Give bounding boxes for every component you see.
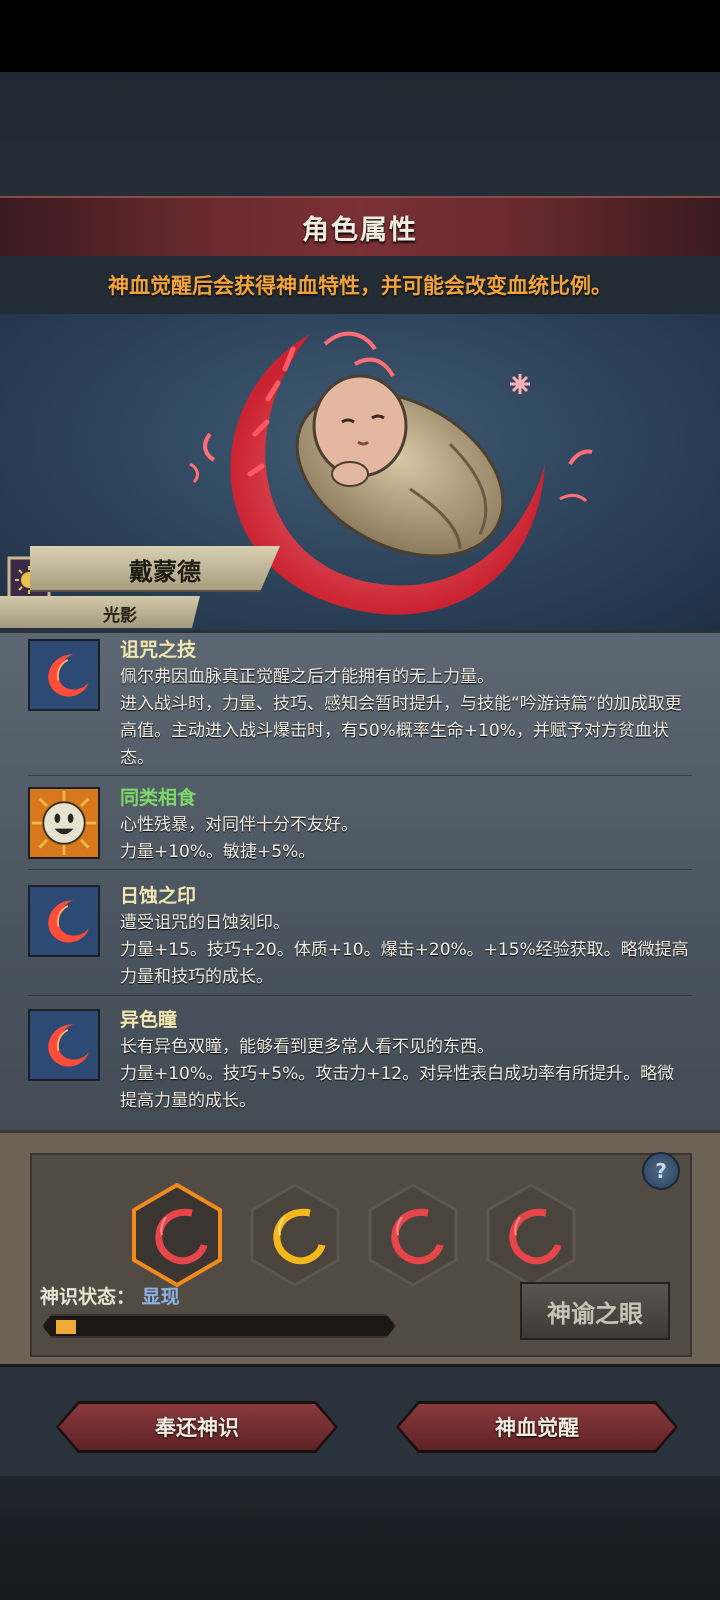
divider xyxy=(28,869,692,870)
trait-name: 日蚀之印 xyxy=(120,885,197,907)
page-title: 角色属性 xyxy=(302,214,418,246)
red-crescent-icon xyxy=(28,885,100,957)
trait-description: 心性残暴，对同伴十分不友好。 力量+10%。敏捷+5%。 xyxy=(120,815,358,862)
return-divine-sense-label: 奉还神识 xyxy=(155,1416,239,1440)
status-bar xyxy=(0,0,720,72)
divider xyxy=(28,775,692,776)
divine-progress-bar xyxy=(42,1314,396,1338)
title-bar: 角色属性 xyxy=(0,196,720,258)
divider xyxy=(28,995,692,996)
divine-slot-1[interactable] xyxy=(130,1183,224,1287)
notice-text: 神血觉醒后会获得神血特性，并可能会改变血统比例。 xyxy=(108,274,612,298)
trait-name: 诅咒之技 xyxy=(120,639,197,661)
character-name: 戴蒙德 xyxy=(129,558,201,586)
question-icon: ? xyxy=(655,1159,667,1183)
divine-status: 神识状态： 显现 xyxy=(40,1282,180,1309)
divine-blood-awaken-label: 神血觉醒 xyxy=(495,1416,579,1440)
character-class-banner: 光影 xyxy=(0,596,200,628)
divine-slot-3[interactable] xyxy=(366,1183,460,1287)
character-class: 光影 xyxy=(103,606,137,626)
help-button[interactable]: ? xyxy=(642,1152,680,1190)
red-crescent-icon xyxy=(28,639,100,711)
trait-name: 同类相食 xyxy=(120,787,197,809)
divine-slot-2[interactable] xyxy=(248,1183,342,1287)
divine-blood-awaken-button[interactable]: 神血觉醒 xyxy=(396,1401,678,1453)
trait-description: 遭受诅咒的日蚀刻印。 力量+15。技巧+20。体质+10。爆击+20%。+15%… xyxy=(120,913,689,987)
name-banner: 戴蒙德 xyxy=(0,546,285,594)
oracle-eye-button[interactable]: 神谕之眼 xyxy=(520,1282,670,1340)
background-area xyxy=(0,72,720,196)
notice-bar: 神血觉醒后会获得神血特性，并可能会改变血统比例。 xyxy=(0,256,720,314)
oracle-eye-label: 神谕之眼 xyxy=(547,1299,643,1328)
divine-status-label: 神识状态： xyxy=(40,1286,136,1308)
return-divine-sense-button[interactable]: 奉还神识 xyxy=(56,1401,338,1453)
divine-status-value: 显现 xyxy=(141,1286,180,1308)
divine-slot-4[interactable] xyxy=(484,1183,578,1287)
trait-description: 长有异色双瞳，能够看到更多常人看不见的东西。 力量+10%。技巧+5%。攻击力+… xyxy=(120,1037,675,1111)
red-crescent-icon xyxy=(28,1009,100,1081)
progress-fill xyxy=(56,1320,76,1334)
traits-panel: 诅咒之技 佩尔弗因血脉真正觉醒之后才能拥有的无上力量。 进入战斗时，力量、技巧、… xyxy=(0,630,720,1133)
trait-name: 异色瞳 xyxy=(120,1009,178,1031)
trait-description: 佩尔弗因血脉真正觉醒之后才能拥有的无上力量。 进入战斗时，力量、技巧、感知会暂时… xyxy=(120,667,682,768)
bottom-background xyxy=(0,1476,720,1600)
smiling-face-icon xyxy=(28,787,100,859)
action-bar: 奉还神识 神血觉醒 xyxy=(0,1364,720,1479)
